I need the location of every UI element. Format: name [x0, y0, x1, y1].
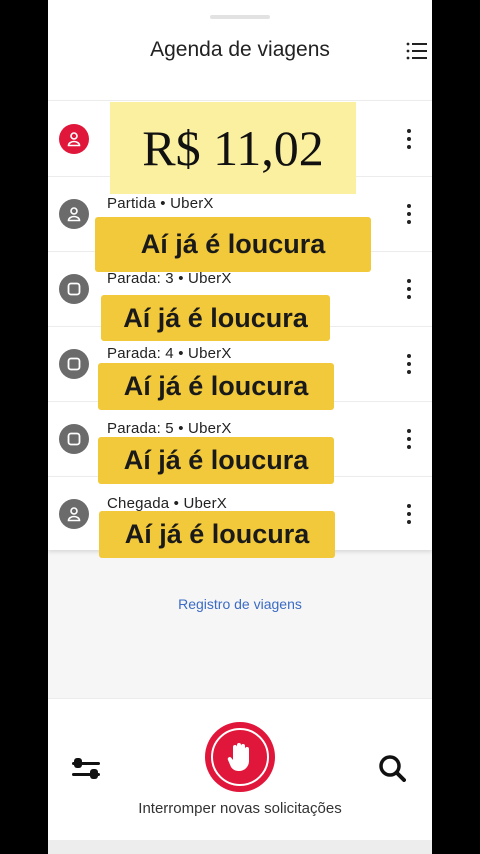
- price-overlay: R$ 11,02: [110, 102, 356, 194]
- more-options-icon[interactable]: [406, 204, 412, 224]
- stop-requests-label: Interromper novas solicitações: [138, 800, 342, 817]
- more-options-icon[interactable]: [406, 429, 412, 449]
- stop-label: Partida • UberX: [107, 195, 214, 212]
- stop-requests-button[interactable]: [205, 722, 275, 792]
- more-options-icon[interactable]: [406, 504, 412, 524]
- page-title: Agenda de viagens: [150, 38, 330, 61]
- caption-overlay: Aí já é loucura: [98, 437, 334, 484]
- list-menu-icon[interactable]: [406, 40, 428, 62]
- stop-hand-icon: [211, 728, 269, 786]
- stop-label: Chegada • UberX: [107, 495, 228, 512]
- more-options-icon[interactable]: [406, 354, 412, 374]
- phone-screen: Agenda de viagens Partida • UberX Parada…: [48, 0, 432, 854]
- caption-overlay: Aí já é loucura: [99, 511, 335, 558]
- stop-square-icon: [59, 424, 89, 454]
- stop-label: Parada: 4 • UberX: [107, 345, 232, 362]
- stop-square-icon: [59, 274, 89, 304]
- stop-label: Parada: 5 • UberX: [107, 420, 232, 437]
- rider-icon: [59, 199, 89, 229]
- more-options-icon[interactable]: [406, 279, 412, 299]
- filter-sliders-icon[interactable]: [72, 756, 100, 782]
- caption-overlay: Aí já é loucura: [101, 295, 330, 341]
- system-nav-strip: [48, 840, 432, 854]
- search-icon[interactable]: [378, 754, 406, 782]
- trip-history-link[interactable]: Registro de viagens: [48, 596, 432, 612]
- more-options-icon[interactable]: [406, 129, 412, 149]
- caption-overlay: Aí já é loucura: [98, 363, 334, 410]
- rider-icon: [59, 499, 89, 529]
- stop-square-icon: [59, 349, 89, 379]
- caption-overlay: Aí já é loucura: [95, 217, 371, 272]
- rider-icon: [59, 124, 89, 154]
- sheet-drag-handle[interactable]: [210, 15, 270, 19]
- stop-label: Parada: 3 • UberX: [107, 270, 232, 287]
